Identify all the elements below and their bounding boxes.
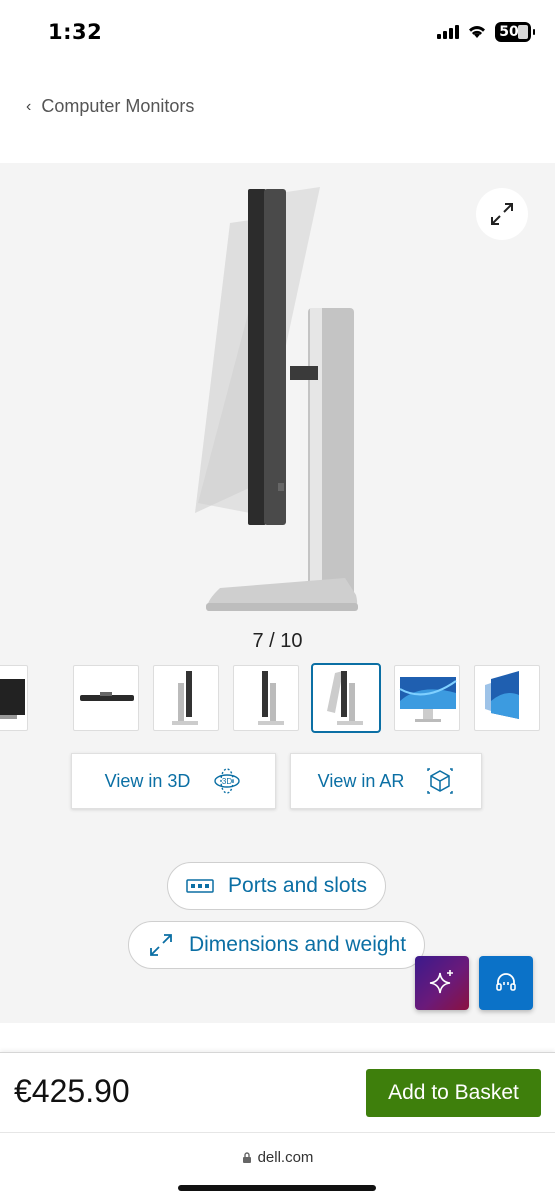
- ai-assistant-button[interactable]: [415, 956, 469, 1010]
- home-indicator[interactable]: [178, 1185, 376, 1191]
- status-bar: 1:32 50: [0, 0, 555, 66]
- view-in-ar-button[interactable]: View in AR: [290, 753, 482, 809]
- 3d-badge-text: 3D: [222, 777, 232, 786]
- thumbnail-5-selected[interactable]: [311, 663, 381, 733]
- url-text: dell.com: [257, 1149, 314, 1166]
- thumbnail-4[interactable]: [233, 665, 299, 731]
- wifi-icon: [469, 26, 485, 38]
- view-in-3d-label: View in 3D: [104, 770, 191, 791]
- thumbnail-3[interactable]: [153, 665, 219, 731]
- view-in-3d-button[interactable]: View in 3D 3D: [71, 753, 276, 809]
- thumbnail-2[interactable]: [73, 665, 139, 731]
- cellular-signal-icon: [437, 25, 459, 39]
- breadcrumb[interactable]: ‹ Computer Monitors: [26, 96, 194, 117]
- thumbnail-7[interactable]: [474, 665, 540, 731]
- dimensions-and-weight-label: Dimensions and weight: [188, 933, 407, 956]
- ar-cube-icon: [427, 768, 454, 794]
- support-chat-button[interactable]: [479, 956, 533, 1010]
- price: €425.90: [14, 1073, 130, 1109]
- image-counter: 7 / 10: [252, 630, 303, 652]
- status-icons: 50: [437, 22, 535, 42]
- url-display[interactable]: dell.com: [0, 1149, 555, 1166]
- battery-level: 50: [499, 24, 519, 40]
- ports-and-slots-link[interactable]: Ports and slots: [167, 862, 386, 910]
- thumbnail-1[interactable]: [0, 665, 28, 731]
- dimensions-and-weight-link[interactable]: Dimensions and weight: [128, 921, 425, 969]
- lock-icon: [242, 1152, 251, 1163]
- battery-icon: 50: [495, 22, 535, 42]
- breadcrumb-label: Computer Monitors: [41, 96, 195, 116]
- purchase-bar: €425.90 Add to Basket: [0, 1052, 555, 1132]
- add-to-basket-button[interactable]: Add to Basket: [366, 1069, 541, 1117]
- 3d-icon: 3D: [214, 768, 241, 794]
- browser-url-bar[interactable]: dell.com: [0, 1132, 555, 1200]
- ports-icon: [186, 879, 214, 893]
- thumbnail-6[interactable]: [394, 665, 460, 731]
- chevron-left-icon: ‹: [26, 97, 32, 115]
- ports-and-slots-label: Ports and slots: [228, 874, 367, 897]
- product-image[interactable]: [160, 183, 400, 623]
- sparkle-icon: [429, 970, 453, 994]
- thumbnail-strip: [0, 663, 555, 735]
- expand-arrows-icon: [491, 203, 513, 225]
- resize-arrows-icon: [150, 934, 172, 956]
- view-in-ar-label: View in AR: [317, 770, 405, 791]
- status-time: 1:32: [48, 20, 103, 44]
- headset-icon: [496, 973, 516, 991]
- expand-button[interactable]: [476, 188, 528, 240]
